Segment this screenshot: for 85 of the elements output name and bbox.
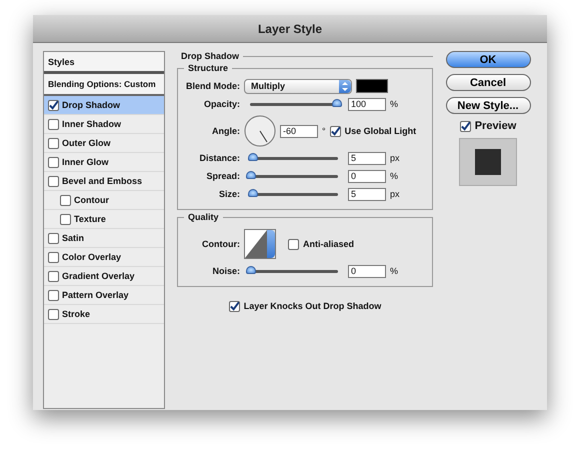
style-label: Drop Shadow (62, 100, 120, 110)
input-field[interactable]: 5 (348, 188, 386, 200)
dialog-button[interactable]: New Style... (446, 97, 530, 114)
style-label: Bevel and Emboss (62, 176, 142, 186)
unit-label: % (390, 99, 398, 109)
style-label: Color Overlay (62, 252, 122, 262)
field-label: Contour: (201, 239, 240, 249)
style-item[interactable]: Gradient Overlay (44, 267, 164, 286)
contour-picker[interactable] (244, 229, 276, 259)
checkbox[interactable] (48, 156, 59, 168)
style-item[interactable]: Drop Shadow (44, 96, 164, 115)
input-field[interactable]: 100 (348, 98, 386, 110)
checkbox[interactable] (48, 252, 59, 262)
group-title: Quality (187, 212, 220, 222)
dialog-button[interactable]: Cancel (446, 74, 530, 91)
input-field[interactable]: 5 (348, 152, 386, 164)
slider-thumb[interactable] (248, 189, 258, 197)
field-label: Blend Mode: (185, 81, 240, 91)
slider-thumb[interactable] (246, 266, 256, 274)
checkbox[interactable] (48, 138, 59, 148)
unit-label: ° (322, 126, 326, 136)
style-item[interactable]: Blending Options: Custom (44, 74, 164, 96)
style-label: Contour (74, 195, 109, 205)
style-item[interactable]: Inner Glow (44, 153, 164, 172)
group-title: Structure (187, 63, 230, 73)
field-label: Noise: (211, 266, 240, 276)
style-item[interactable]: Stroke (44, 305, 164, 324)
checkbox[interactable] (330, 126, 341, 136)
style-item[interactable]: Texture (44, 210, 164, 229)
checkbox[interactable] (60, 214, 71, 224)
input-field[interactable]: 0 (348, 264, 386, 278)
field-label: Size: (218, 189, 240, 199)
style-item[interactable]: Contour (44, 191, 164, 210)
unit-label: % (390, 266, 398, 276)
style-label: Satin (62, 233, 84, 243)
field-label: Angle: (211, 126, 240, 136)
input-field[interactable]: 0 (348, 170, 386, 182)
checkbox-label: Preview (474, 120, 516, 132)
checkbox[interactable] (228, 300, 240, 312)
style-label: Texture (74, 214, 106, 224)
color-swatch[interactable] (356, 79, 388, 93)
style-label: Stroke (62, 309, 90, 319)
checkbox[interactable] (48, 176, 59, 186)
checkbox[interactable] (460, 120, 471, 132)
preview-thumbnail (459, 138, 517, 186)
field-label: Spread: (205, 171, 240, 181)
stepper-icon[interactable] (339, 80, 351, 92)
section-title: Drop Shadow (180, 51, 240, 61)
checkbox[interactable] (48, 118, 59, 130)
dialog-button[interactable]: OK (446, 51, 530, 68)
style-item[interactable]: Inner Shadow (44, 115, 164, 134)
checkbox-label: Layer Knocks Out Drop Shadow (244, 301, 382, 311)
unit-label: px (390, 153, 400, 163)
style-item[interactable]: Bevel and Emboss (44, 172, 164, 191)
unit-label: px (390, 189, 400, 199)
slider-thumb[interactable] (332, 99, 342, 107)
checkbox[interactable] (48, 100, 59, 110)
checkbox[interactable] (48, 308, 59, 320)
input-field[interactable]: -60 (280, 124, 318, 138)
style-item[interactable]: Outer Glow (44, 134, 164, 153)
style-item[interactable]: Satin (44, 229, 164, 248)
angle-dial[interactable] (244, 115, 276, 147)
checkbox[interactable] (48, 270, 59, 282)
style-label: Gradient Overlay (62, 271, 135, 281)
style-label: Inner Glow (62, 157, 109, 167)
checkbox[interactable] (60, 194, 71, 206)
checkbox-label: Anti-aliased (303, 239, 354, 249)
checkbox[interactable] (288, 238, 299, 250)
blend-mode-dropdown[interactable]: Multiply (244, 78, 352, 94)
style-label: Outer Glow (62, 138, 111, 148)
style-item[interactable]: Color Overlay (44, 248, 164, 267)
checkbox[interactable] (48, 232, 59, 244)
checkbox-label: Use Global Light (344, 126, 416, 136)
slider-thumb[interactable] (248, 153, 258, 161)
unit-label: % (390, 171, 398, 181)
field-label: Distance: (198, 153, 240, 163)
checkbox[interactable] (48, 290, 59, 300)
field-label: Opacity: (202, 99, 240, 109)
window-title: Layer Style (33, 15, 547, 43)
style-label: Pattern Overlay (62, 290, 129, 300)
slider-thumb[interactable] (246, 171, 256, 179)
style-item[interactable]: Pattern Overlay (44, 286, 164, 305)
list-header: Styles (44, 52, 164, 74)
style-label: Blending Options: Custom (48, 79, 156, 89)
style-label: Inner Shadow (62, 119, 122, 129)
